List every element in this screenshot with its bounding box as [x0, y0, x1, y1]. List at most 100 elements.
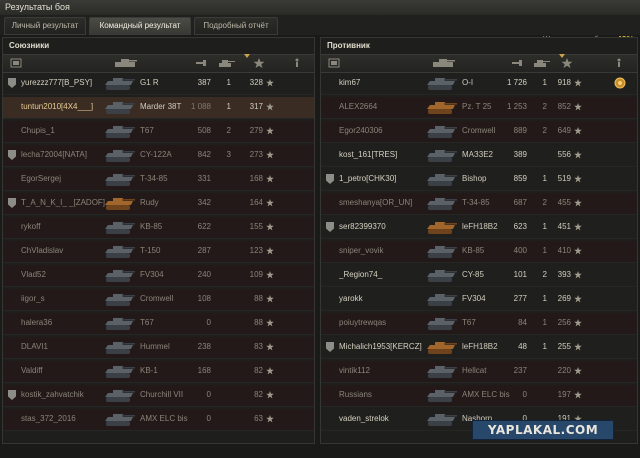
tab-team-result[interactable]: Командный результат	[89, 17, 191, 35]
vehicle-column-icon[interactable]	[431, 58, 457, 68]
enemies-row[interactable]: yarokk FV304 277 1 269	[321, 289, 637, 311]
status-column-icon[interactable]	[291, 58, 303, 68]
award-medal-icon[interactable]	[613, 76, 627, 90]
tank-name: KB-85	[462, 246, 485, 255]
tank-icon	[427, 126, 457, 138]
enemies-row[interactable]: sniper_vovik KB-85 400 1 410	[321, 241, 637, 263]
allies-row[interactable]: T_A_N_K_I_ _[ZADOF] Rudy 342 164	[3, 193, 314, 215]
xp-star-icon	[574, 295, 582, 303]
enemies-row[interactable]: Michalich1953[KERCZ] leFH18B2 48 1 255	[321, 337, 637, 359]
allies-row[interactable]: tuntun2010[4X4___] Marder 38T 1 088 1 317	[3, 97, 314, 119]
tank-icon	[105, 270, 135, 282]
damage-column-icon[interactable]	[195, 58, 207, 68]
allies-title: Союзники	[9, 41, 50, 50]
allies-row[interactable]: EgorSergej T-34-85 331 168	[3, 169, 314, 191]
sort-arrow-icon	[559, 54, 565, 58]
xp-star-icon	[574, 223, 582, 231]
tank-name: Hummel	[140, 342, 170, 351]
tank-icon	[427, 390, 457, 402]
allies-row[interactable]: ChVladislav T-150 287 123	[3, 241, 314, 263]
tank-name: CY-85	[462, 270, 484, 279]
xp-value: 164	[249, 198, 263, 207]
allies-row[interactable]: iigor_s Cromwell 108 88	[3, 289, 314, 311]
tank-name: Pz. T 25	[462, 102, 492, 111]
clan-badge-icon	[8, 390, 16, 400]
tank-name: Bishop	[462, 174, 487, 183]
damage-column-icon[interactable]	[511, 58, 523, 68]
damage-value: 101	[513, 270, 527, 279]
allies-row[interactable]: kostik_zahvatchik Churchill VII 0 82	[3, 385, 314, 407]
kills-column-icon[interactable]	[218, 58, 236, 68]
enemies-row[interactable]: _Region74_ CY-85 101 2 393	[321, 265, 637, 287]
kills-value: 2	[542, 126, 547, 135]
kills-value: 1	[542, 246, 547, 255]
kills-column-icon[interactable]	[533, 58, 551, 68]
squad-column-icon[interactable]	[328, 58, 340, 68]
window-title: Результаты боя	[5, 2, 70, 12]
xp-value: 317	[249, 102, 263, 111]
allies-row[interactable]: yurezzz777[B_PSY] G1 R 387 1 328	[3, 73, 314, 95]
enemies-row[interactable]: ser82399370 leFH18B2 623 1 451	[321, 217, 637, 239]
tank-name: KB-85	[140, 222, 163, 231]
damage-value: 237	[513, 366, 527, 375]
enemies-row[interactable]: Egor240306 Cromwell 889 2 649	[321, 121, 637, 143]
kills-value: 2	[226, 126, 231, 135]
kills-value: 1	[542, 78, 547, 87]
tank-icon	[427, 294, 457, 306]
experience-column-icon[interactable]	[253, 58, 265, 68]
allies-row[interactable]: rykoff KB-85 622 155	[3, 217, 314, 239]
allies-row[interactable]: lecha72004[NATA] CY-122A 842 3 273	[3, 145, 314, 167]
allies-row[interactable]: Chupis_1 T67 508 2 279	[3, 121, 314, 143]
enemies-row[interactable]: vintik112 Hellcat 237 220	[321, 361, 637, 383]
xp-value: 220	[557, 366, 571, 375]
enemies-row[interactable]: 1_petro[CHK30] Bishop 859 1 519	[321, 169, 637, 191]
tank-name: Cromwell	[140, 294, 174, 303]
xp-value: 451	[557, 222, 571, 231]
xp-value: 393	[557, 270, 571, 279]
xp-star-icon	[266, 247, 274, 255]
xp-star-icon	[574, 319, 582, 327]
allies-header: Союзники	[3, 38, 314, 53]
tank-icon	[427, 246, 457, 258]
damage-value: 0	[206, 318, 211, 327]
status-column-icon[interactable]	[613, 58, 625, 68]
tank-icon	[427, 318, 457, 330]
tab-detailed-report[interactable]: Подробный отчёт	[194, 17, 278, 35]
allies-row[interactable]: Vlad52 FV304 240 109	[3, 265, 314, 287]
tank-icon	[427, 198, 457, 210]
tank-name: T67	[140, 318, 154, 327]
xp-value: 269	[557, 294, 571, 303]
allies-row[interactable]: halera36 T67 0 88	[3, 313, 314, 335]
xp-star-icon	[266, 79, 274, 87]
tab-personal-result[interactable]: Личный результат	[4, 17, 86, 35]
xp-star-icon	[574, 391, 582, 399]
tank-icon	[105, 414, 135, 426]
enemies-row[interactable]: poiuytrewqas T67 84 1 256	[321, 313, 637, 335]
enemies-row[interactable]: ALEX2664 Pz. T 25 1 253 2 852	[321, 97, 637, 119]
enemies-row[interactable]: smeshanya[OR_UN] T-34-85 687 2 455	[321, 193, 637, 215]
clan-badge-icon	[8, 78, 16, 88]
tank-name: T-150	[140, 246, 161, 255]
kills-value: 1	[226, 78, 231, 87]
damage-value: 84	[518, 318, 527, 327]
xp-value: 109	[249, 270, 263, 279]
squad-column-icon[interactable]	[10, 58, 22, 68]
xp-star-icon	[266, 151, 274, 159]
enemies-row[interactable]: Russians AMX ELC bis 0 197	[321, 385, 637, 407]
experience-column-icon[interactable]	[561, 58, 573, 68]
allies-row[interactable]: stas_372_2016 AMX ELC bis 0 63	[3, 409, 314, 431]
vehicle-column-icon[interactable]	[113, 58, 139, 68]
allies-row[interactable]: Valdiff KB-1 168 82	[3, 361, 314, 383]
tank-name: Rudy	[140, 198, 159, 207]
xp-value: 82	[254, 390, 263, 399]
tank-icon	[427, 150, 457, 162]
tank-icon	[427, 414, 457, 426]
damage-value: 238	[197, 342, 211, 351]
damage-value: 400	[513, 246, 527, 255]
damage-value: 108	[197, 294, 211, 303]
allies-row[interactable]: DLAVI1 Hummel 238 83	[3, 337, 314, 359]
xp-value: 88	[254, 318, 263, 327]
xp-value: 328	[249, 78, 263, 87]
enemies-row[interactable]: kost_161[TRES] МАЗ3Е2 389 556	[321, 145, 637, 167]
enemies-row[interactable]: kim67 O-I 1 726 1 918	[321, 73, 637, 95]
